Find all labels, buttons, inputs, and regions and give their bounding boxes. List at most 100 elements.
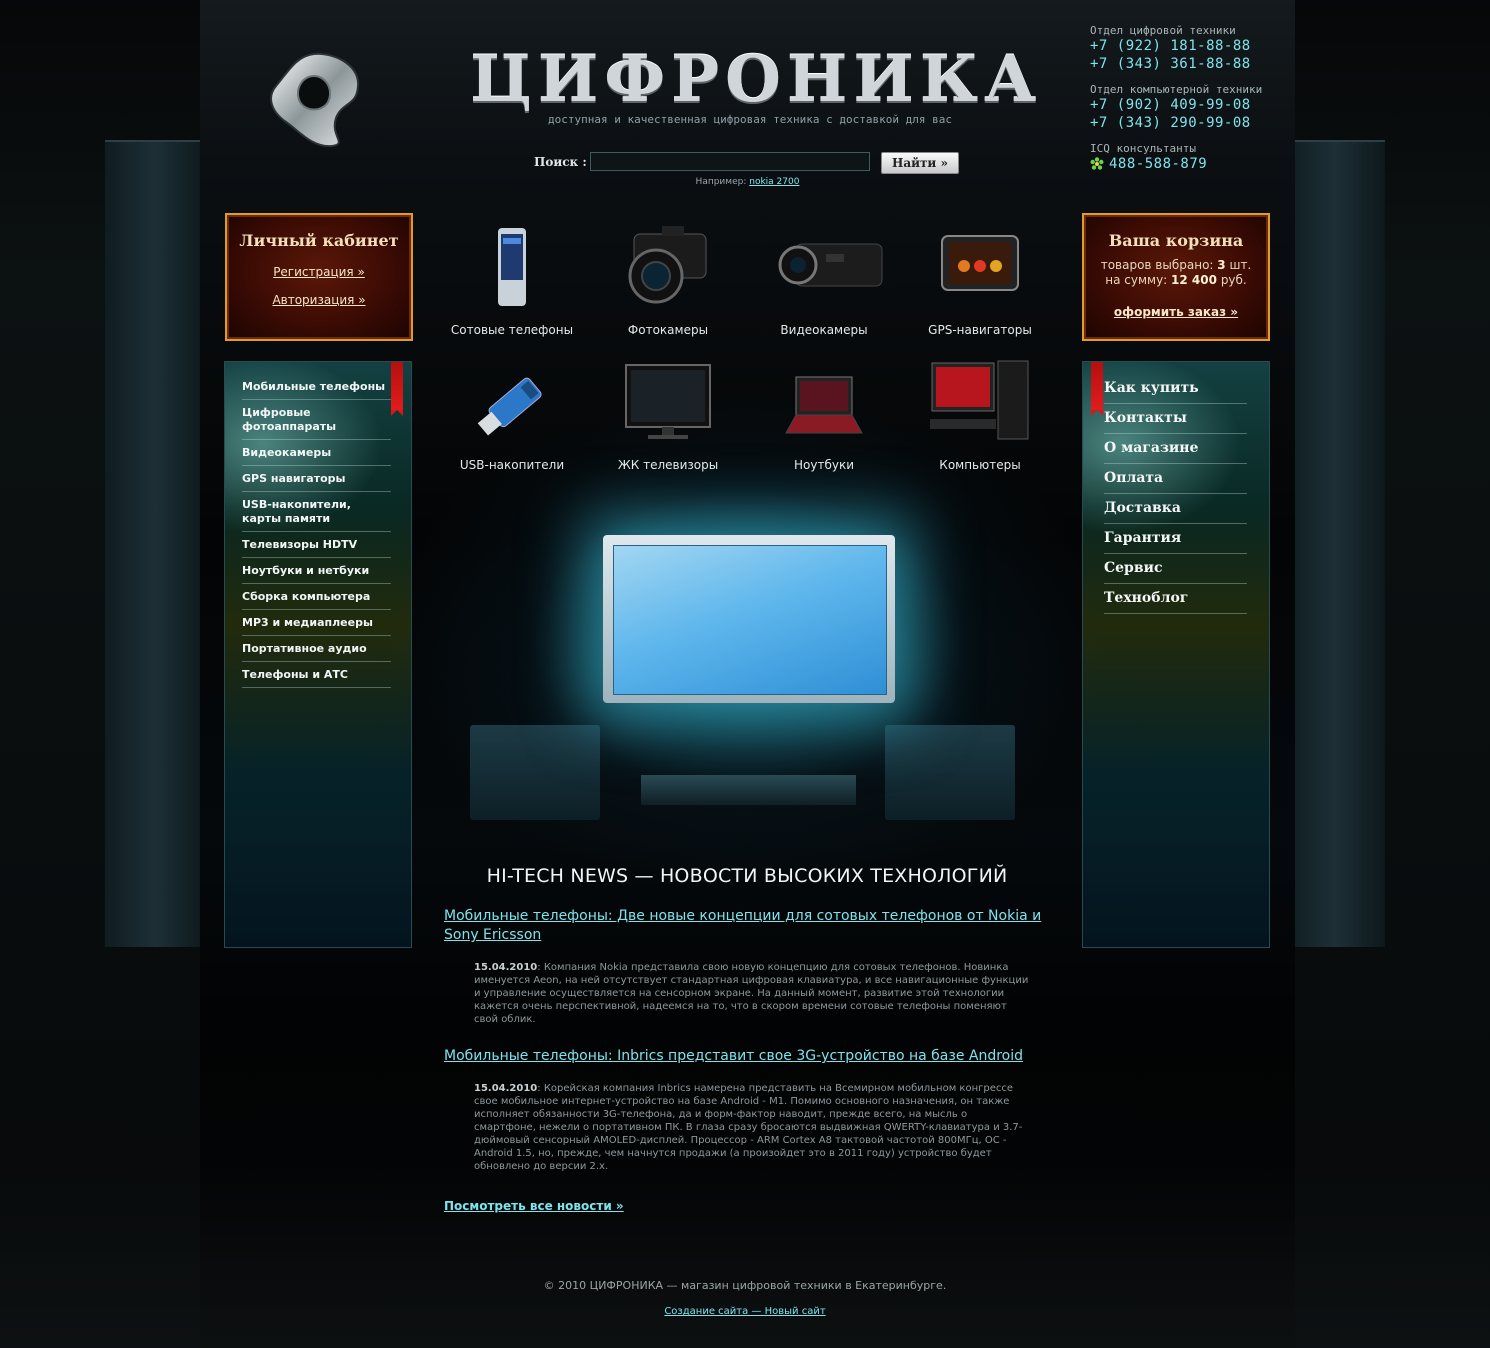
cart-items-line: товаров выбрано: 3 шт. — [1084, 258, 1268, 273]
category-gps[interactable]: GPS-навигаторы — [902, 218, 1058, 353]
icq-row: 488-588-879 — [1090, 155, 1290, 173]
lcd-tv-icon — [625, 364, 711, 439]
catalog-item-mobile-phones[interactable]: Мобильные телефоны — [242, 374, 391, 400]
catalog-menu: Мобильные телефоны Цифровые фотоаппараты… — [224, 361, 412, 948]
category-lcd-tv[interactable]: ЖК телевизоры — [590, 353, 746, 488]
cart-items-prefix: товаров выбрано: — [1100, 258, 1214, 272]
news-date: 15.04.2010 — [474, 962, 538, 973]
category-label: Сотовые телефоны — [450, 323, 574, 337]
news-body: 15.04.2010: Компания Nokia представила с… — [474, 961, 1030, 1026]
catalog-item-laptops[interactable]: Ноутбуки и нетбуки — [242, 558, 391, 584]
copyright: © 2010 ЦИФРОНИКА — магазин цифровой техн… — [543, 1279, 947, 1292]
news-item: Мобильные телефоны: Две новые концепции … — [444, 907, 1050, 1026]
computer-phone-1: +7 (902) 409-99-08 — [1090, 97, 1251, 113]
info-item-how-to-buy[interactable]: Как купить — [1104, 374, 1247, 404]
logo-icon — [270, 52, 360, 148]
computer-phone-2: +7 (343) 290-99-08 — [1090, 115, 1251, 131]
search-hint-link[interactable]: nokia 2700 — [749, 177, 799, 187]
left-pillar — [105, 140, 205, 947]
category-label: Ноутбуки — [793, 458, 854, 472]
usb-drive-icon — [477, 377, 542, 436]
tagline: доступная и качественная цифровая техник… — [548, 113, 952, 126]
category-label: Видеокамеры — [780, 323, 868, 337]
news-section: HI-TECH NEWS — НОВОСТИ ВЫСОКИХ ТЕХНОЛОГИ… — [444, 865, 1050, 1214]
category-camcorders[interactable]: Видеокамеры — [746, 218, 902, 353]
search-hint: Например: nokia 2700 — [590, 177, 905, 187]
brand-title: ЦИФРОНИКА — [470, 42, 1043, 117]
news-body: 15.04.2010: Корейская компания Inbrics н… — [474, 1082, 1030, 1173]
catalog-item-camcorders[interactable]: Видеокамеры — [242, 440, 391, 466]
category-label: Компьютеры — [939, 458, 1021, 472]
category-label: GPS-навигаторы — [928, 323, 1032, 337]
category-computers[interactable]: Компьютеры — [902, 353, 1058, 488]
bookmark-ribbon-icon — [1091, 362, 1103, 416]
category-cameras[interactable]: Фотокамеры — [590, 218, 746, 353]
desktop-computer-icon — [930, 360, 1029, 440]
bookmark-ribbon-icon — [391, 362, 403, 416]
info-item-about[interactable]: О магазине — [1104, 434, 1247, 464]
search-button[interactable]: Найти » — [881, 152, 959, 174]
category-cell-phones[interactable]: Сотовые телефоны — [434, 218, 590, 353]
digital-phone-1: +7 (922) 181-88-88 — [1090, 38, 1251, 54]
info-item-techblog[interactable]: Техноблог — [1104, 584, 1247, 614]
catalog-item-gps[interactable]: GPS навигаторы — [242, 466, 391, 492]
cart-sum-value: 12 400 — [1171, 273, 1217, 287]
category-label: Фотокамеры — [627, 323, 709, 337]
camera-icon — [628, 226, 707, 304]
news-date: 15.04.2010 — [474, 1083, 538, 1094]
all-news-link[interactable]: Посмотреть все новости » — [444, 1199, 624, 1213]
computer-dept-label: Отдел компьютерной техники — [1090, 83, 1263, 96]
footer: © 2010 ЦИФРОНИКА — магазин цифровой техн… — [445, 1279, 1045, 1318]
register-link[interactable]: Регистрация » — [227, 258, 411, 286]
icq-number: 488-588-879 — [1109, 156, 1208, 172]
info-item-service[interactable]: Сервис — [1104, 554, 1247, 584]
catalog-item-digital-cameras[interactable]: Цифровые фотоаппараты — [242, 400, 391, 440]
cart-sum-suffix: руб. — [1220, 273, 1247, 287]
news-title-link[interactable]: Мобильные телефоны: Две новые концепции … — [444, 907, 1050, 945]
cell-phone-icon — [498, 228, 526, 306]
logo[interactable] — [262, 46, 366, 150]
info-item-delivery[interactable]: Доставка — [1104, 494, 1247, 524]
cart-sum-line: на сумму: 12 400 руб. — [1084, 273, 1268, 288]
catalog-item-portable-audio[interactable]: Портативное аудио — [242, 636, 391, 662]
info-item-payment[interactable]: Оплата — [1104, 464, 1247, 494]
cart-sum-prefix: на сумму: — [1105, 273, 1168, 287]
category-usb[interactable]: USB-накопители — [434, 353, 590, 488]
catalog-item-mp3[interactable]: MP3 и медиаплееры — [242, 610, 391, 636]
coffee-table — [641, 775, 856, 805]
news-text: : Компания Nokia представила свою новую … — [474, 962, 1029, 1025]
sofa-left — [470, 725, 600, 820]
right-pillar — [1285, 140, 1385, 947]
info-item-contacts[interactable]: Контакты — [1104, 404, 1247, 434]
account-title: Личный кабинет — [239, 231, 399, 250]
account-box: Личный кабинет Регистрация » Авторизация… — [225, 213, 413, 341]
login-link[interactable]: Авторизация » — [227, 286, 411, 314]
search-hint-label: Например: — [695, 177, 747, 187]
info-item-warranty[interactable]: Гарантия — [1104, 524, 1247, 554]
cart-items-suffix: шт. — [1229, 258, 1252, 272]
camcorder-icon — [778, 243, 883, 287]
site-credit-link[interactable]: Создание сайта — Новый сайт — [664, 1306, 825, 1317]
icq-flower-icon — [1090, 157, 1104, 170]
category-grid: Сотовые телефоны Фотокамеры Видеокамеры — [434, 218, 1058, 488]
catalog-item-hdtv[interactable]: Телевизоры HDTV — [242, 532, 391, 558]
laptop-icon — [785, 376, 863, 434]
search-label: Поиск : — [534, 155, 587, 169]
category-laptops[interactable]: Ноутбуки — [746, 353, 902, 488]
checkout-link[interactable]: оформить заказ » — [1084, 298, 1268, 326]
catalog-item-pc-build[interactable]: Сборка компьютера — [242, 584, 391, 610]
catalog-item-usb-cards[interactable]: USB-накопители, карты памяти — [242, 492, 391, 532]
cart-box: Ваша корзина товаров выбрано: 3 шт. на с… — [1082, 213, 1270, 341]
digital-dept-label: Отдел цифровой техники — [1090, 24, 1236, 37]
category-label: ЖК телевизоры — [617, 458, 719, 472]
category-label: USB-накопители — [459, 458, 565, 472]
news-title-link[interactable]: Мобильные телефоны: Inbrics представит с… — [444, 1047, 1050, 1066]
cart-title: Ваша корзина — [1108, 231, 1244, 250]
catalog-item-telephones[interactable]: Телефоны и АТС — [242, 662, 391, 688]
digital-phone-2: +7 (343) 361-88-88 — [1090, 56, 1251, 72]
news-text: : Корейская компания Inbrics намерена пр… — [474, 1083, 1023, 1172]
cart-items-count: 3 — [1217, 258, 1226, 272]
search-input[interactable] — [590, 152, 870, 171]
news-item: Мобильные телефоны: Inbrics представит с… — [444, 1047, 1050, 1173]
gps-navigator-icon — [941, 235, 1019, 291]
